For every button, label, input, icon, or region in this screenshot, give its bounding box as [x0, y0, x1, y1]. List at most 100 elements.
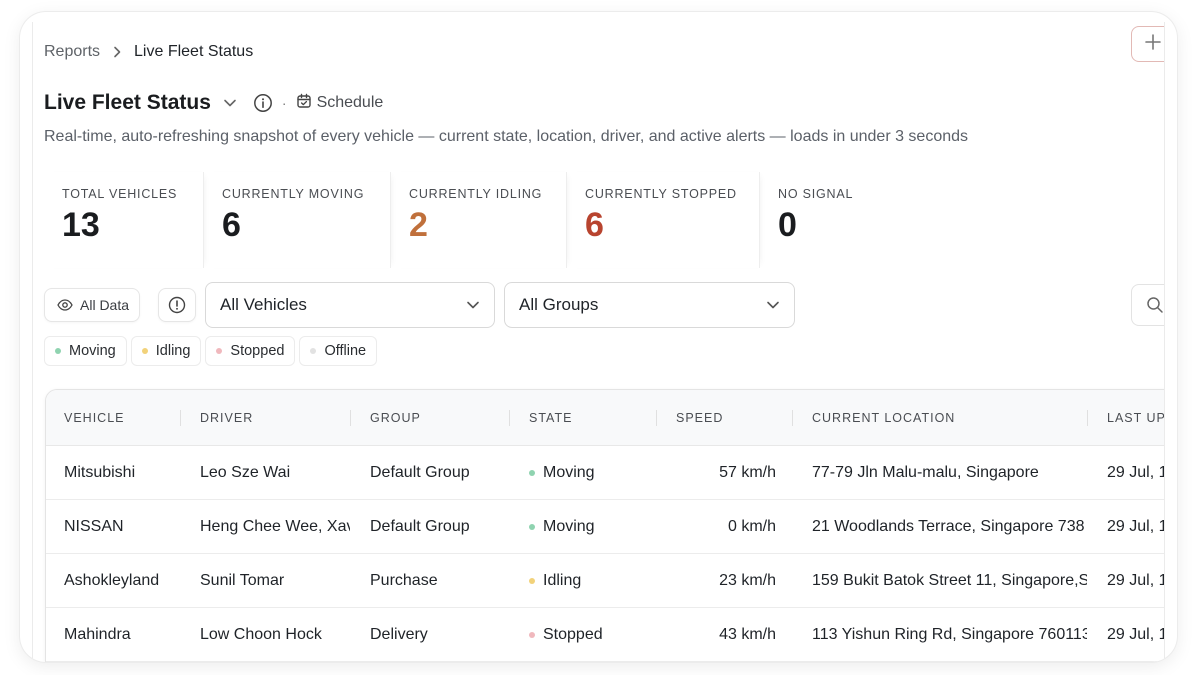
- breadcrumb-reports-link[interactable]: Reports: [44, 43, 100, 61]
- stat-total-vehicles: TOTAL VEHICLES 13: [44, 172, 204, 268]
- cell-vehicle: Ashokleyland: [64, 572, 160, 589]
- schedule-label: Schedule: [316, 94, 384, 111]
- status-dot: [310, 348, 317, 354]
- stat-value: 13: [62, 206, 100, 244]
- add-button[interactable]: [1131, 26, 1164, 62]
- cell-last-update: 29 Jul, 1: [1107, 518, 1165, 535]
- column-header-current-location[interactable]: CURRENT LOCATION: [812, 390, 955, 446]
- column-header-last-update[interactable]: LAST UP: [1107, 390, 1164, 446]
- legend-label: Offline: [324, 343, 367, 359]
- column-header-driver[interactable]: DRIVER: [200, 390, 253, 446]
- vehicles-select[interactable]: All Vehicles: [205, 282, 495, 328]
- status-dot: [529, 524, 535, 530]
- legend-label: Idling: [155, 343, 191, 359]
- all-data-button[interactable]: All Data: [44, 288, 140, 322]
- fleet-table: VEHICLE DRIVER GROUP STATE SPEED CURRENT…: [45, 389, 1165, 662]
- state-label: Stopped: [543, 626, 603, 643]
- cell-speed: 23 km/h: [719, 572, 776, 589]
- stat-value: 6: [585, 206, 604, 244]
- stat-value: 0: [778, 206, 797, 244]
- stat-label: TOTAL VEHICLES: [62, 187, 178, 201]
- status-dot: [529, 470, 535, 476]
- cell-driver: Leo Sze Wai: [200, 464, 291, 481]
- table-row[interactable]: Mitsubishi Leo Sze Wai Default Group Mov…: [46, 446, 1165, 500]
- cell-state: Stopped: [529, 608, 656, 662]
- title-row: Live Fleet Status · Schedule: [44, 91, 383, 115]
- legend-label: Stopped: [230, 343, 285, 359]
- stat-value: 6: [222, 206, 241, 244]
- eye-icon: [57, 299, 73, 311]
- state-label: Moving: [543, 518, 595, 535]
- page-subtitle: Real-time, auto-refreshing snapshot of e…: [44, 128, 969, 145]
- stat-currently-stopped: CURRENTLY STOPPED 6: [567, 172, 760, 268]
- stat-no-signal: NO SIGNAL 0: [760, 172, 920, 268]
- legend-offline[interactable]: Offline: [299, 336, 378, 366]
- cell-location: 113 Yishun Ring Rd, Singapore 760113: [812, 626, 1087, 643]
- calendar-icon: [296, 93, 317, 114]
- stat-currently-idling: CURRENTLY IDLING 2: [391, 172, 567, 268]
- cell-group: Delivery: [370, 626, 428, 643]
- cell-driver: Sunil Tomar: [200, 572, 285, 589]
- stat-label: CURRENTLY STOPPED: [585, 187, 737, 201]
- chevron-right-icon: [112, 46, 122, 58]
- cell-last-update: 29 Jul, 1: [1107, 572, 1165, 589]
- column-header-speed[interactable]: SPEED: [676, 390, 723, 446]
- cell-driver: Heng Chee Wee, Xav: [200, 518, 350, 535]
- cell-last-update: 29 Jul, 1: [1107, 626, 1165, 643]
- legend-idling[interactable]: Idling: [130, 336, 202, 366]
- cell-group: Default Group: [370, 518, 470, 535]
- column-divider: [180, 410, 181, 426]
- table-row[interactable]: Mahindra Low Choon Hock Delivery Stopped…: [46, 608, 1165, 662]
- state-label: Moving: [543, 464, 595, 481]
- stat-currently-moving: CURRENTLY MOVING 6: [204, 172, 391, 268]
- chevron-down-icon: [466, 300, 480, 310]
- legend-moving[interactable]: Moving: [44, 336, 127, 366]
- breadcrumb: Reports Live Fleet Status: [44, 43, 253, 61]
- plus-icon: [1144, 33, 1162, 56]
- separator-dot: ·: [281, 95, 287, 111]
- schedule-button[interactable]: Schedule: [296, 93, 384, 114]
- chevron-down-icon[interactable]: [223, 98, 237, 108]
- cell-speed: 0 km/h: [727, 518, 776, 535]
- cell-location: 77-79 Jln Malu-malu, Singapore: [812, 464, 1039, 481]
- stats-row: TOTAL VEHICLES 13 CURRENTLY MOVING 6 CUR…: [44, 172, 920, 272]
- status-dot: [529, 578, 535, 584]
- column-divider: [792, 410, 793, 426]
- cell-driver: Low Choon Hock: [200, 626, 322, 643]
- info-icon[interactable]: [253, 93, 273, 113]
- chevron-down-icon: [766, 300, 780, 310]
- cell-group: Default Group: [370, 464, 470, 481]
- column-divider: [656, 410, 657, 426]
- column-header-vehicle[interactable]: VEHICLE: [64, 390, 125, 446]
- status-dot: [529, 632, 535, 638]
- status-dot: [141, 348, 148, 354]
- stat-value: 2: [409, 206, 428, 244]
- groups-select[interactable]: All Groups: [504, 282, 795, 328]
- table-header: VEHICLE DRIVER GROUP STATE SPEED CURRENT…: [46, 390, 1164, 446]
- table-row[interactable]: Ashokleyland Sunil Tomar Purchase Idling…: [46, 554, 1165, 608]
- cell-location: 21 Woodlands Terrace, Singapore 738: [812, 518, 1085, 535]
- search-button[interactable]: [1131, 284, 1164, 326]
- cell-speed: 43 km/h: [719, 626, 776, 643]
- status-dot: [216, 348, 223, 354]
- column-divider: [1087, 410, 1088, 426]
- cell-speed: 57 km/h: [719, 464, 776, 481]
- stat-label: CURRENTLY IDLING: [409, 187, 543, 201]
- vehicles-select-value: All Vehicles: [220, 295, 307, 314]
- table-row[interactable]: NISSAN Heng Chee Wee, Xav Default Group …: [46, 500, 1165, 554]
- legend-stopped[interactable]: Stopped: [205, 336, 296, 366]
- app-window: Reports Live Fleet Status Live Fleet Sta…: [20, 12, 1177, 662]
- alert-filter-button[interactable]: [158, 288, 196, 322]
- status-dot: [55, 348, 61, 354]
- page-content: Reports Live Fleet Status Live Fleet Sta…: [33, 22, 1165, 662]
- alert-circle-icon: [168, 296, 186, 314]
- cell-group: Purchase: [370, 572, 438, 589]
- column-header-group[interactable]: GROUP: [370, 390, 421, 446]
- breadcrumb-current: Live Fleet Status: [134, 43, 254, 60]
- cell-state: Moving: [529, 500, 656, 554]
- state-legend: Moving Idling Stopped Offline: [44, 336, 381, 366]
- cell-vehicle: Mitsubishi: [64, 464, 136, 481]
- cell-location: 159 Bukit Batok Street 11, Singapore,S: [812, 572, 1087, 589]
- column-header-state[interactable]: STATE: [529, 390, 572, 446]
- cell-last-update: 29 Jul, 1: [1107, 464, 1165, 481]
